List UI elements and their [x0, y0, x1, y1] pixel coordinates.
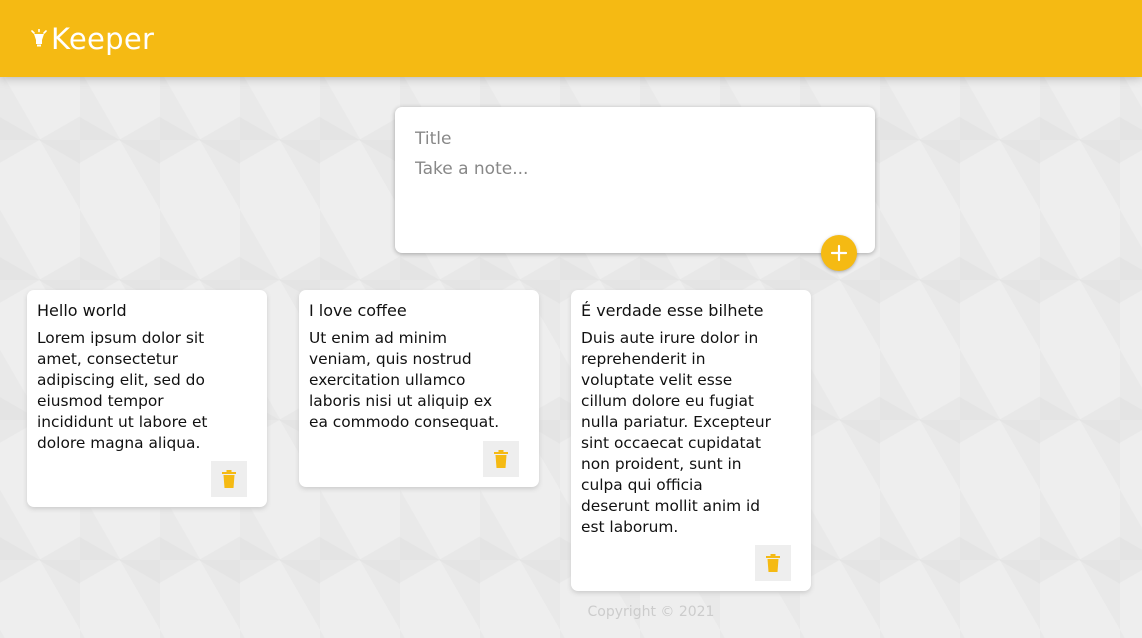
- delete-note-button[interactable]: [483, 441, 519, 477]
- add-note-button[interactable]: [821, 235, 857, 271]
- note-title: I love coffee: [309, 301, 407, 320]
- create-note-form: [395, 107, 875, 253]
- footer: Copyright © 2021: [0, 604, 1142, 620]
- copyright-text: Copyright © 2021: [587, 604, 715, 620]
- note-card: É verdade esse bilhete Duis aute irure d…: [571, 290, 811, 591]
- delete-note-button[interactable]: [211, 461, 247, 497]
- trash-icon: [494, 450, 508, 468]
- lightbulb-icon: [31, 28, 47, 46]
- note-title: Hello world: [37, 301, 127, 320]
- note-content: Ut enim ad minim veniam, quis nostrud ex…: [309, 329, 500, 431]
- note-title: É verdade esse bilhete: [581, 301, 764, 320]
- brand[interactable]: Keeper: [30, 22, 154, 56]
- note-content-input[interactable]: [415, 159, 855, 229]
- app-header: Keeper: [0, 0, 1142, 77]
- note-card: Hello world Lorem ipsum dolor sit amet, …: [27, 290, 267, 507]
- note-content: Duis aute irure dolor in reprehenderit i…: [581, 329, 771, 536]
- delete-note-button[interactable]: [755, 545, 791, 581]
- trash-icon: [222, 470, 236, 488]
- trash-icon: [766, 554, 780, 572]
- note-content: Lorem ipsum dolor sit amet, consectetur …: [37, 329, 208, 452]
- brand-name: Keeper: [51, 21, 155, 56]
- plus-icon: [830, 244, 848, 262]
- note-title-input[interactable]: [415, 127, 855, 151]
- note-card: I love coffee Ut enim ad minim veniam, q…: [299, 290, 539, 487]
